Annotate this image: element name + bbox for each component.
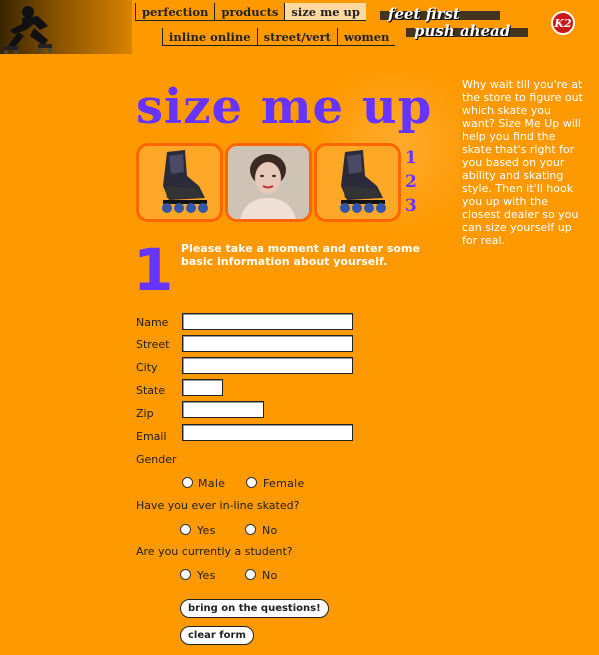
skated-no-radio[interactable]	[245, 524, 256, 535]
gender-female-radio[interactable]	[246, 477, 257, 488]
zip-input[interactable]	[182, 401, 264, 418]
student-yes-label: Yes	[197, 569, 216, 582]
secondary-nav: inline online street/vert women	[162, 28, 396, 46]
tagline-line-1: feet first	[388, 5, 460, 23]
student-question-label: Are you currently a student?	[136, 545, 293, 558]
skate-image-left	[136, 143, 223, 222]
step-images	[136, 143, 403, 222]
nav-products[interactable]: products	[214, 3, 285, 21]
nav-size-me-up[interactable]: size me up	[284, 3, 366, 21]
nav-perfection[interactable]: perfection	[135, 3, 215, 21]
k2-logo[interactable]: K2	[551, 11, 575, 35]
sidebar-description: Why wait till you're at the store to fig…	[462, 78, 583, 247]
skated-yes-radio[interactable]	[180, 524, 191, 535]
step-link-1[interactable]: 1	[405, 146, 417, 170]
primary-nav: perfection products size me up	[135, 3, 366, 21]
tagline: feet first push ahead	[380, 6, 530, 42]
name-input[interactable]	[182, 313, 353, 330]
street-label: Street	[136, 338, 170, 351]
email-label: Email	[136, 430, 167, 443]
step-intro-text: Please take a moment and enter some basi…	[181, 242, 420, 268]
state-input[interactable]	[182, 379, 223, 396]
step-link-3[interactable]: 3	[405, 194, 417, 218]
woman-portrait-image	[225, 143, 312, 222]
zip-label: Zip	[136, 407, 154, 420]
header-skater-photo	[0, 0, 132, 54]
step-link-2[interactable]: 2	[405, 170, 417, 194]
clear-form-button[interactable]: clear form	[180, 626, 254, 645]
gender-male-label: Male	[198, 477, 226, 490]
submit-questions-button[interactable]: bring on the questions!	[180, 599, 329, 618]
student-no-label: No	[262, 569, 278, 582]
step-indicator: 1 2 3	[405, 146, 417, 218]
page-title: size me up	[136, 79, 433, 135]
gender-male-radio[interactable]	[182, 477, 193, 488]
student-no-radio[interactable]	[245, 569, 256, 580]
tagline-line-2: push ahead	[414, 22, 511, 40]
name-label: Name	[136, 316, 169, 329]
city-input[interactable]	[182, 357, 353, 374]
skated-question-label: Have you ever in-line skated?	[136, 499, 300, 512]
skate-image-right	[314, 143, 401, 222]
student-yes-radio[interactable]	[180, 569, 191, 580]
email-input[interactable]	[182, 424, 353, 441]
skated-no-label: No	[262, 524, 278, 537]
city-label: City	[136, 361, 158, 374]
current-step-number: 1	[133, 236, 174, 304]
state-label: State	[136, 384, 166, 397]
gender-female-label: Female	[263, 477, 305, 490]
street-input[interactable]	[182, 335, 353, 352]
skated-yes-label: Yes	[197, 524, 216, 537]
gender-label: Gender	[136, 453, 177, 466]
nav-inline-online[interactable]: inline online	[162, 28, 257, 46]
nav-street-vert[interactable]: street/vert	[256, 28, 337, 46]
